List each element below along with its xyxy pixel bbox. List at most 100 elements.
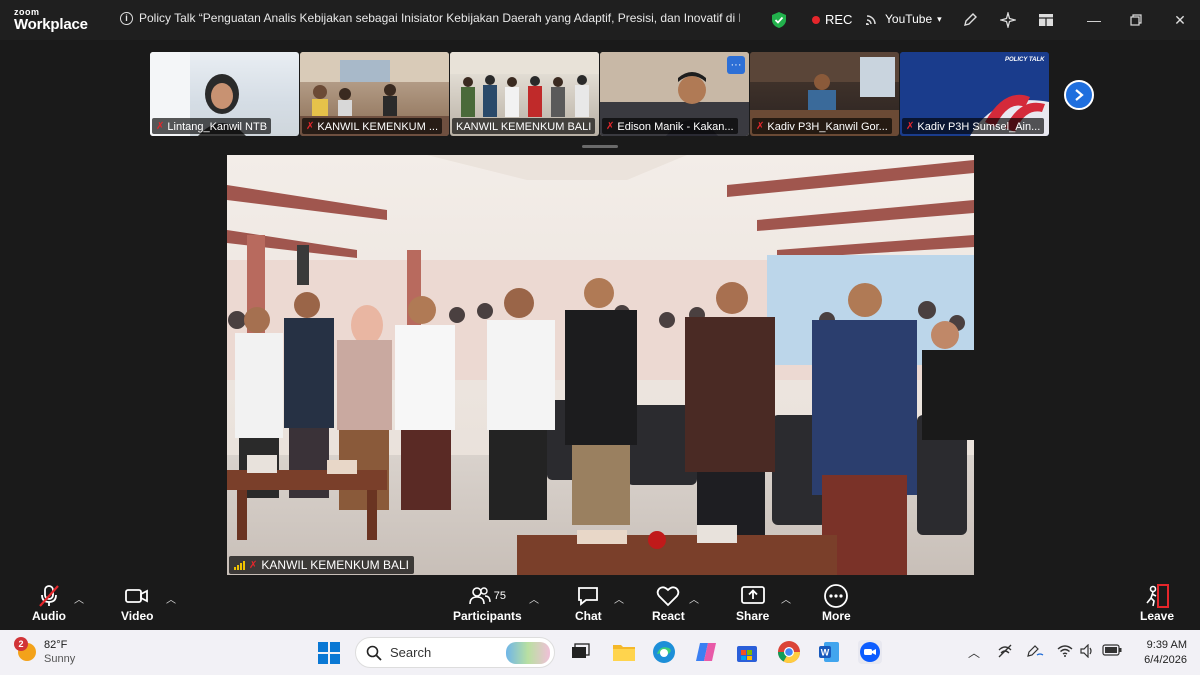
meeting-title[interactable]: i Policy Talk “Penguatan Analis Kebijaka… <box>120 11 740 25</box>
meeting-title-text: Policy Talk “Penguatan Analis Kebijakan … <box>139 11 740 25</box>
livestream-label: YouTube <box>885 12 933 26</box>
next-page-button[interactable] <box>1064 80 1094 110</box>
share-button[interactable]: Share <box>736 583 769 623</box>
taskbar-search[interactable]: Search <box>355 637 555 668</box>
react-options-chevron-icon[interactable]: ︿ <box>689 591 699 606</box>
gallery-tile[interactable]: ✗ Kadiv P3H_Kanwil Gor... <box>750 52 899 136</box>
share-label: Share <box>736 609 770 623</box>
participants-options-chevron-icon[interactable]: ︿ <box>529 591 539 606</box>
word-icon[interactable]: W <box>817 640 841 664</box>
more-label: More <box>822 609 851 623</box>
view-layout-icon[interactable] <box>1036 10 1056 30</box>
participant-name: KANWIL KEMENKUM BALI <box>452 118 596 134</box>
clock-time: 9:39 AM <box>1146 639 1187 651</box>
more-options-icon[interactable]: ··· <box>727 56 745 74</box>
participants-count: 75 <box>493 590 506 602</box>
title-bar: zoom Workplace i Policy Talk “Penguatan … <box>0 0 1200 40</box>
participants-label: Participants <box>453 609 522 623</box>
muted-mic-icon: ✗ <box>156 121 165 132</box>
annotate-pen-icon[interactable] <box>960 10 980 30</box>
muted-mic-icon: ✗ <box>606 121 615 132</box>
participant-name: ✗ Kadiv P3H_Kanwil Gor... <box>752 118 892 134</box>
zoom-logo: zoom Workplace <box>14 8 88 33</box>
battery-icon[interactable] <box>1102 644 1122 659</box>
heart-icon <box>656 583 680 609</box>
video-options-chevron-icon[interactable]: ︿ <box>166 591 176 606</box>
audio-button[interactable]: Audio <box>32 583 66 623</box>
livestream-icon <box>866 15 876 25</box>
participant-name: ✗ Kadiv P3H Sumsel_Ain... <box>902 118 1045 134</box>
active-speaker-label: ✗ KANWIL KEMENKUM BALI <box>229 556 414 574</box>
no-network-icon[interactable] <box>997 644 1013 661</box>
mic-muted-icon <box>37 583 61 609</box>
muted-mic-icon: ✗ <box>306 121 315 132</box>
gallery-tile[interactable]: ✗ KANWIL KEMENKUM ... <box>300 52 449 136</box>
participant-name: ✗ KANWIL KEMENKUM ... <box>302 118 442 134</box>
task-view-icon[interactable] <box>568 640 592 664</box>
leave-door-icon <box>1144 583 1170 609</box>
chevron-right-icon <box>1075 89 1084 101</box>
minimize-icon[interactable]: — <box>1084 10 1104 30</box>
microsoft-store-icon[interactable] <box>735 640 759 664</box>
search-placeholder: Search <box>390 645 432 660</box>
info-icon[interactable]: i <box>120 11 133 25</box>
gallery-strip: ✗ Lintang_Kanwil NTB ✗ KANWIL KEMENKUM ...… <box>150 52 1110 137</box>
gallery-tile[interactable]: KANWIL KEMENKUM BALI <box>450 52 599 136</box>
muted-mic-icon: ✗ <box>906 121 915 132</box>
start-button[interactable] <box>318 642 340 669</box>
video-camera-icon <box>124 583 150 609</box>
meeting-toolbar: Audio ︿ Video ︿ 75 Participants ︿ Chat ︿… <box>0 575 1200 630</box>
weather-widget[interactable]: 2 82°F Sunny <box>14 637 76 666</box>
os-taskbar: 2 82°F Sunny Search W ︿ 9:39 AM 6/4/2026 <box>0 630 1200 675</box>
react-label: React <box>652 609 685 623</box>
more-button[interactable]: More <box>822 583 851 623</box>
active-speaker-video[interactable] <box>227 155 974 575</box>
video-label: Video <box>121 609 154 623</box>
share-screen-icon <box>740 583 766 609</box>
participant-name: ✗ Lintang_Kanwil NTB <box>152 118 272 134</box>
show-hidden-icons-chevron-icon[interactable]: ︿ <box>968 644 980 661</box>
chrome-icon[interactable] <box>777 640 801 664</box>
gallery-tile[interactable]: ··· ✗ Edison Manik - Kakan... <box>600 52 749 136</box>
participants-button[interactable]: 75 Participants <box>453 583 522 623</box>
gallery-tile[interactable]: ✗ Lintang_Kanwil NTB <box>150 52 299 136</box>
chat-options-chevron-icon[interactable]: ︿ <box>614 591 624 606</box>
participants-icon: 75 <box>468 583 506 609</box>
recording-indicator[interactable]: REC <box>812 12 852 27</box>
share-options-chevron-icon[interactable]: ︿ <box>781 591 791 606</box>
muted-mic-icon: ✗ <box>756 121 765 132</box>
copilot-icon[interactable] <box>694 640 718 664</box>
search-icon <box>366 645 382 661</box>
volume-icon[interactable] <box>1080 643 1096 661</box>
zoom-app-icon[interactable] <box>858 640 882 664</box>
close-icon[interactable]: ✕ <box>1170 10 1190 30</box>
resize-handle[interactable] <box>582 145 618 148</box>
weather-condition: Sunny <box>44 653 76 665</box>
audio-options-chevron-icon[interactable]: ︿ <box>74 591 84 606</box>
video-button[interactable]: Video <box>121 583 153 623</box>
windows-logo-icon <box>318 642 340 664</box>
ai-companion-icon[interactable] <box>998 10 1018 30</box>
sun-icon: 2 <box>14 637 36 661</box>
chat-button[interactable]: Chat <box>575 583 602 623</box>
logo-line2: Workplace <box>14 16 88 33</box>
more-dots-icon <box>823 583 849 609</box>
pen-input-icon[interactable] <box>1026 644 1044 661</box>
livestream-indicator[interactable]: YouTube ▾ <box>866 12 942 26</box>
edge-browser-icon[interactable] <box>652 640 676 664</box>
rec-dot-icon <box>812 15 820 24</box>
restore-icon[interactable] <box>1126 10 1146 30</box>
file-explorer-icon[interactable] <box>612 640 636 664</box>
rec-label: REC <box>825 12 853 27</box>
chevron-down-icon: ▾ <box>937 13 942 24</box>
participant-name: ✗ Edison Manik - Kakan... <box>602 118 738 134</box>
leave-button[interactable]: Leave <box>1140 583 1174 623</box>
gallery-tile[interactable]: POLICY TALK ✗ Kadiv P3H Sumsel_Ain... <box>900 52 1049 136</box>
wifi-icon[interactable] <box>1057 644 1073 660</box>
notification-badge: 2 <box>14 637 28 651</box>
svg-text:W: W <box>821 648 830 658</box>
encryption-shield-icon[interactable] <box>771 11 787 34</box>
signal-strength-icon <box>234 560 245 570</box>
react-button[interactable]: React <box>652 583 685 623</box>
system-clock[interactable]: 9:39 AM 6/4/2026 <box>1135 638 1187 668</box>
